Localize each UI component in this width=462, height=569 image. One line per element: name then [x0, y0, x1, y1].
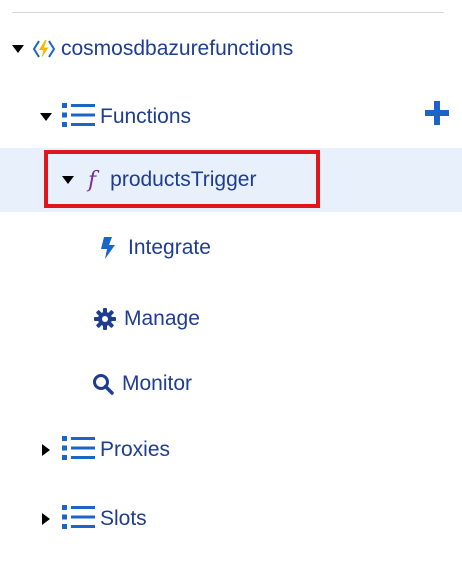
list-icon: [62, 504, 96, 535]
slots-label: Slots: [100, 507, 147, 530]
list-icon: [62, 102, 96, 133]
list-icon: [62, 435, 96, 466]
caret-right-icon[interactable]: [42, 444, 50, 456]
highlight-box: [44, 150, 320, 208]
tree-item-functions[interactable]: Functions: [0, 85, 462, 149]
lightning-icon: [100, 237, 116, 259]
tree-item-integrate[interactable]: Integrate: [0, 216, 462, 280]
monitor-label: Monitor: [122, 372, 193, 395]
caret-right-icon[interactable]: [42, 513, 50, 525]
caret-down-icon[interactable]: [40, 113, 52, 121]
gear-icon: [94, 308, 116, 330]
tree-item-proxies[interactable]: Proxies: [0, 418, 462, 482]
tree-item-monitor[interactable]: Monitor: [0, 352, 462, 416]
tree-item-app[interactable]: cosmosdbazurefunctions: [0, 17, 462, 81]
functions-label: Functions: [100, 105, 192, 128]
function-app-icon: [32, 37, 56, 61]
plus-icon[interactable]: [424, 100, 450, 131]
proxies-label: Proxies: [100, 438, 171, 461]
tree-item-slots[interactable]: Slots: [0, 487, 462, 551]
tree-item-manage[interactable]: Manage: [0, 287, 462, 351]
search-icon: [92, 373, 114, 395]
app-name-label: cosmosdbazurefunctions: [61, 37, 294, 60]
top-divider: [12, 12, 444, 13]
manage-label: Manage: [124, 307, 200, 330]
caret-down-icon[interactable]: [12, 45, 24, 53]
integrate-label: Integrate: [128, 236, 211, 259]
